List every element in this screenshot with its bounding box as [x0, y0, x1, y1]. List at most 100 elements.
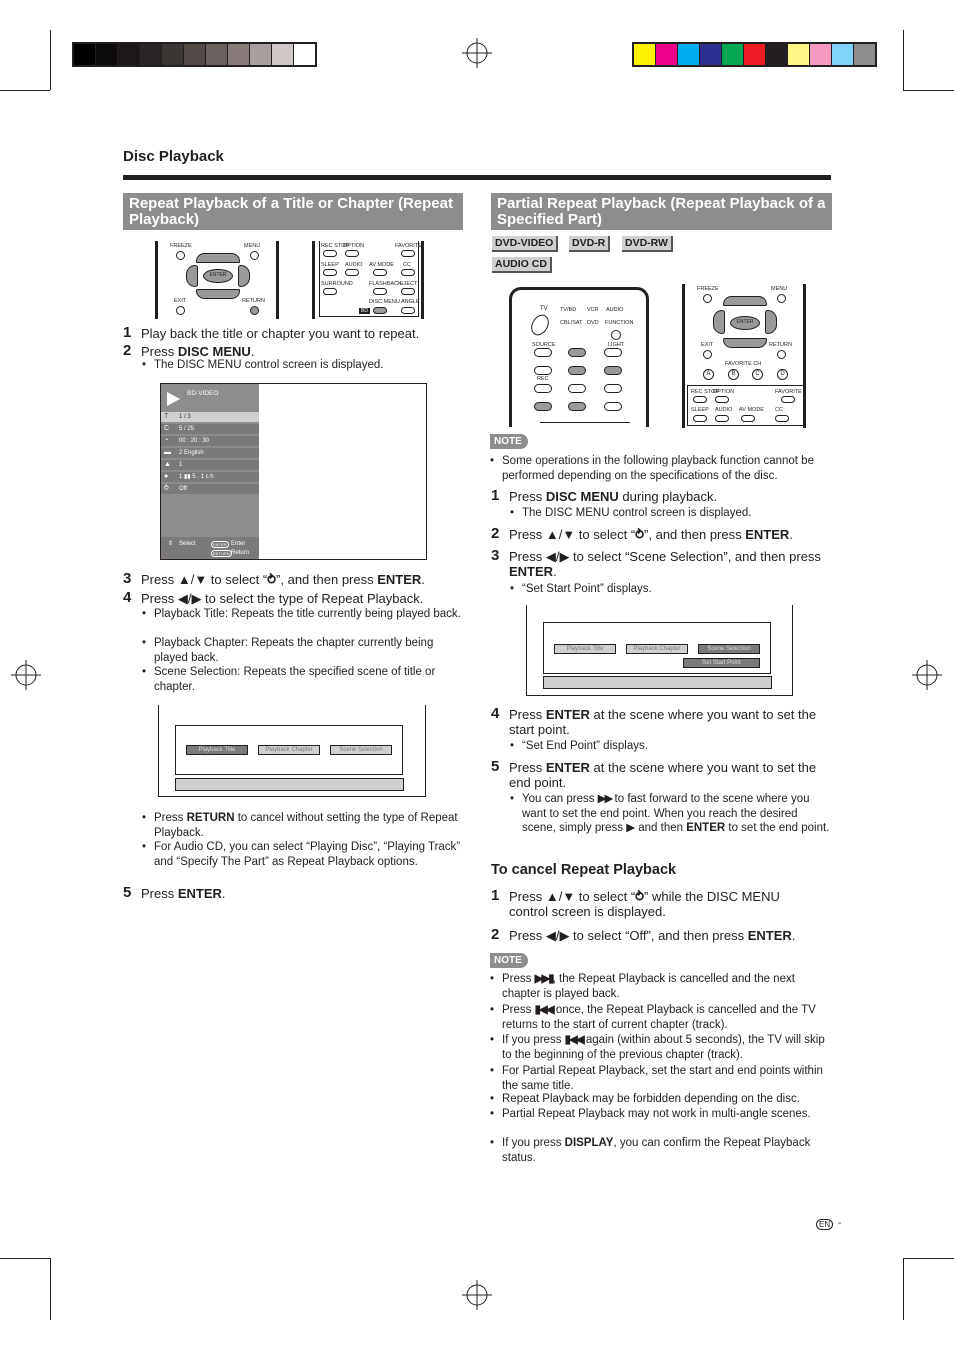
fast-forward-button: [604, 366, 622, 375]
play-button: [568, 366, 586, 375]
option-button: [345, 250, 359, 257]
process-color-bar: [632, 42, 877, 67]
registration-mark-bottom: [462, 1280, 492, 1310]
rewind-button: [534, 366, 552, 375]
osd-row: T 1 / 3: [161, 412, 259, 422]
skip-back-button: [534, 402, 552, 411]
light-button: [604, 348, 622, 357]
osd-row-value: Off: [179, 486, 187, 492]
step-number: 4: [491, 705, 500, 722]
return-button: [250, 306, 259, 315]
grayscale-swatch: [74, 44, 95, 65]
color-swatch: [678, 44, 699, 65]
enter-button: ENTER: [730, 316, 760, 330]
step-number: 1: [491, 487, 500, 504]
step-number: 3: [123, 570, 132, 587]
section-rule: [123, 175, 831, 180]
exit-button: [703, 350, 712, 359]
registration-mark-right: [912, 660, 942, 690]
play-icon: [167, 392, 180, 406]
updown-icon: ⇕: [168, 541, 174, 547]
grayscale-swatch: [184, 44, 205, 65]
label-function: FUNCTION: [605, 320, 634, 326]
label-audio: AUDIO: [715, 407, 733, 413]
cc-button: [401, 269, 415, 276]
registration-mark-left: [11, 660, 41, 690]
freeze-button: [703, 294, 712, 303]
remote-top-illustration: TV TV/BD VCR AUDIO CBL/SAT DVD FUNCTION …: [509, 287, 649, 427]
step-number: 4: [123, 589, 132, 606]
exit-button: [176, 306, 185, 315]
step-text: Press ▲/▼ to select “⥁”, and then press …: [509, 527, 793, 542]
remote-nav-favorite-illustration: FREEZE MENU ENTER EXIT RETURN FAVORITE C…: [682, 284, 806, 428]
grayscale-swatch: [162, 44, 183, 65]
right-heading: Partial Repeat Playback (Repeat Playback…: [491, 193, 832, 230]
favorite-c-button: C: [752, 369, 763, 380]
footer-enter: Enter: [231, 541, 246, 547]
grayscale-swatch: [272, 44, 293, 65]
step-text: Press ◀/▶ to select the type of Repeat P…: [141, 591, 424, 606]
osd-status-bar: [543, 676, 772, 689]
display-button: [568, 348, 586, 357]
av-mode-button: [373, 269, 387, 276]
stop-button: [568, 384, 586, 393]
menu-button: [250, 251, 259, 260]
label-cblsat: CBL/SAT: [560, 320, 583, 326]
badge-dvd-video: DVD-VIDEO: [492, 236, 559, 252]
label-sleep: SLEEP: [691, 407, 709, 413]
step-number: 2: [491, 525, 500, 542]
eject-button: [401, 288, 415, 295]
cc-button: [775, 415, 789, 422]
step-number: 1: [491, 887, 500, 904]
grayscale-color-bar: [72, 42, 317, 67]
osd-row-value: 1 ▮▮ 5 . 1 c h: [179, 474, 214, 480]
color-swatch: [656, 44, 677, 65]
repeat-icon: ⥁: [267, 572, 277, 587]
label-dvd: DVD: [587, 320, 599, 326]
step-text: Play back the title or chapter you want …: [141, 326, 420, 341]
repeat-type-osd: Playback Title Playback Chapter Scene Se…: [158, 705, 426, 797]
option-scene-selection: Scene Selection: [698, 644, 760, 654]
label-eject: EJECT: [400, 281, 418, 287]
badge-audio-cd: AUDIO CD: [492, 257, 552, 273]
label-favorite: FAVORITE: [395, 243, 422, 249]
favorite-a-button: A: [703, 369, 714, 380]
favorite-button: [781, 396, 795, 403]
step-text: Press ENTER at the scene where you want …: [509, 707, 817, 737]
step-number: 5: [123, 884, 132, 901]
page-suffix: -: [838, 1218, 842, 1229]
skip-forward-icon: ▶▶▮: [534, 973, 555, 985]
osd-row-value: 5 / 25: [179, 426, 195, 432]
label-surround: SURROUND: [321, 281, 353, 287]
badge-dvd-rw: DVD-RW: [622, 236, 673, 252]
view-mode-button: [604, 402, 622, 411]
color-swatch: [788, 44, 809, 65]
pause-button: [604, 384, 622, 393]
osd-row-value: 1 / 3: [179, 414, 191, 420]
rec-button: [534, 384, 552, 393]
registration-mark-top: [462, 38, 492, 68]
grayscale-swatch: [206, 44, 227, 65]
grayscale-swatch: [228, 44, 249, 65]
enter-button: ENTER: [203, 269, 233, 283]
step-number: 2: [123, 342, 132, 359]
flashback-button: [373, 288, 387, 295]
set-start-point-label: Set Start Point: [683, 658, 760, 668]
step-number: 5: [491, 758, 500, 775]
label-flashback: FLASHBACK: [369, 281, 402, 287]
label-return: RETURN: [242, 298, 265, 304]
osd-footer: ⇕ Select ENTER Enter RETURN Return: [161, 537, 259, 559]
audio-icon: ●: [164, 473, 169, 480]
color-swatch: [832, 44, 853, 65]
step-text: Press DISC MENU.: [141, 344, 255, 359]
grayscale-swatch: [294, 44, 315, 65]
step-text: Press ◀/▶ to select “Scene Selection”, a…: [509, 549, 821, 579]
repeat-icon: ⥁: [635, 527, 645, 542]
sleep-button: [323, 269, 337, 276]
rec-stop-button: [323, 250, 337, 257]
step-text: Press ◀/▶ to select “Off”, and then pres…: [509, 928, 796, 943]
remote-nav-illustration: FREEZE MENU ENTER EXIT RETURN: [155, 241, 279, 319]
up-button: [196, 253, 240, 263]
label-favorite-ch: FAVORITE CH: [725, 361, 762, 367]
label-av-mode: AV MODE: [739, 407, 764, 413]
